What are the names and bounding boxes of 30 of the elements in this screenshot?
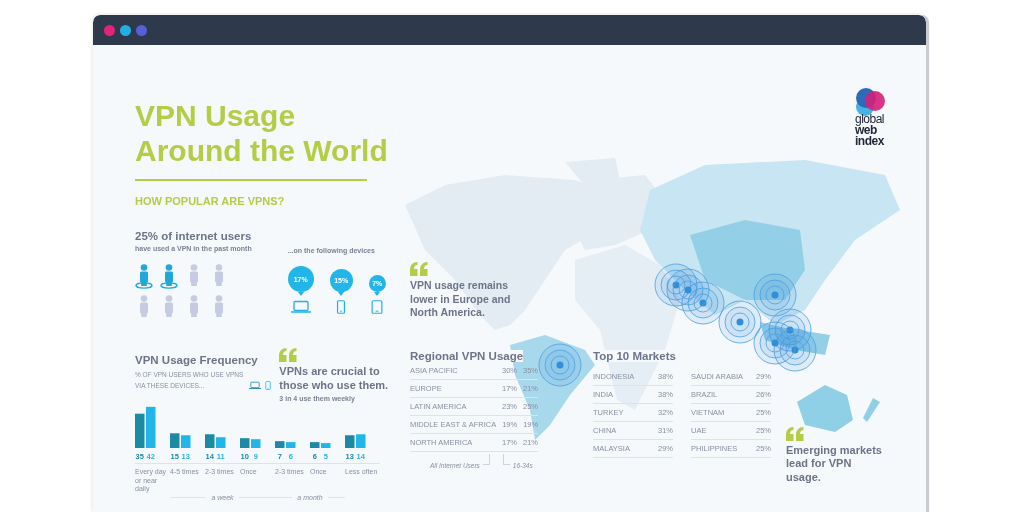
window-control-icon[interactable] <box>104 24 115 36</box>
quote-text: VPNs are crucial to those who use them. <box>279 365 390 392</box>
quote-icon <box>410 262 428 276</box>
infographic-title: VPN Usage Around the World <box>135 98 388 168</box>
phone-icon <box>265 381 272 390</box>
chart-title: VPN Usage Frequency <box>135 354 258 366</box>
chart-bar <box>240 438 250 448</box>
chart-bar <box>170 433 180 448</box>
tablet-icon <box>370 300 385 314</box>
quote-icon <box>786 426 804 441</box>
window-control-icon[interactable] <box>120 24 131 36</box>
stat-headline: 25% of internet users <box>135 230 252 242</box>
chart-bar <box>135 413 145 448</box>
chart-bar <box>216 437 226 448</box>
laptop-icon <box>290 300 311 314</box>
laptop-icon <box>249 381 262 390</box>
quote-text: VPN usage remains lower in Europe and North America. <box>410 279 512 320</box>
chart-bar <box>146 406 156 448</box>
phone-icon <box>336 300 347 314</box>
window-control-icon[interactable] <box>136 24 147 36</box>
chart-bar <box>356 434 366 448</box>
chart-bar <box>251 439 261 448</box>
quote-icon <box>279 348 298 362</box>
table-title: Regional VPN Usage <box>410 349 524 362</box>
section-heading: HOW POPULAR ARE VPNS? <box>135 195 285 207</box>
chart-bar <box>205 434 215 448</box>
chart-bar <box>345 435 355 448</box>
quote-text: Emerging markets lead for VPN usage. <box>786 443 883 484</box>
logo-wordmark: global web index <box>855 114 885 147</box>
chart-bar <box>181 435 191 448</box>
